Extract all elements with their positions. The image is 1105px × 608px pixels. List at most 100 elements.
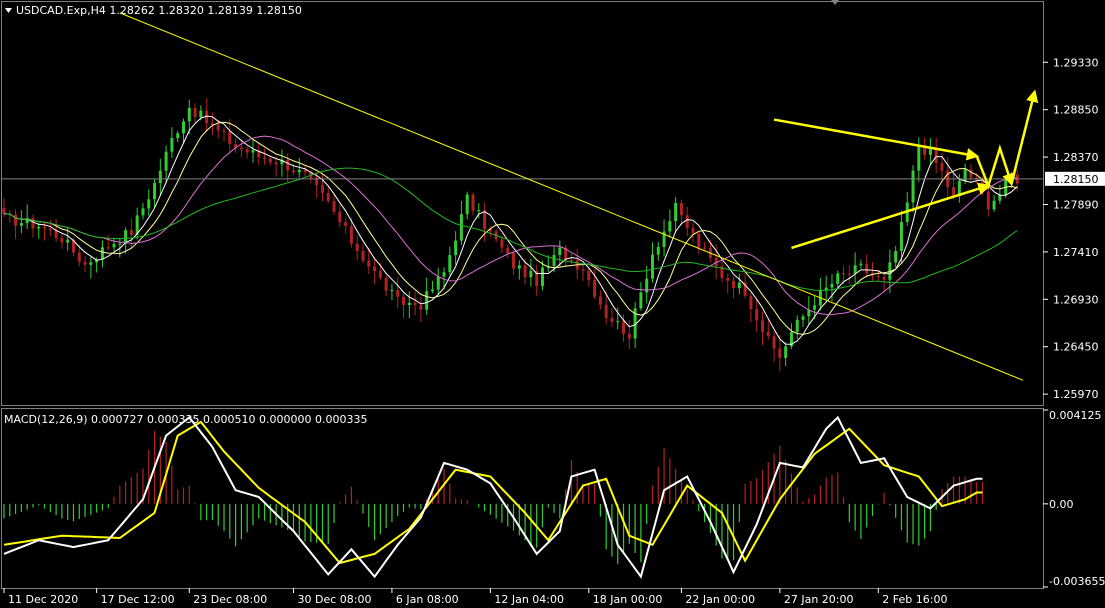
candle-body[interactable] xyxy=(483,210,487,230)
candle-body[interactable] xyxy=(934,149,938,163)
candle-body[interactable] xyxy=(627,333,631,339)
candle-body[interactable] xyxy=(402,296,406,306)
candle-body[interactable] xyxy=(847,273,851,275)
candle-body[interactable] xyxy=(129,230,133,235)
candle-body[interactable] xyxy=(569,259,573,261)
candle-body[interactable] xyxy=(83,261,87,265)
candle-body[interactable] xyxy=(737,282,741,289)
candle-body[interactable] xyxy=(836,273,840,284)
candle-body[interactable] xyxy=(616,321,620,323)
candle-body[interactable] xyxy=(43,226,47,229)
candle-body[interactable] xyxy=(251,150,255,153)
candle-body[interactable] xyxy=(14,214,18,226)
candle-body[interactable] xyxy=(292,170,295,173)
candle-body[interactable] xyxy=(697,233,701,248)
candle-body[interactable] xyxy=(367,260,371,267)
candle-body[interactable] xyxy=(853,265,857,274)
candle-body[interactable] xyxy=(593,280,597,297)
candle-body[interactable] xyxy=(865,263,869,273)
candle-body[interactable] xyxy=(604,304,608,318)
candle-body[interactable] xyxy=(598,296,602,305)
candle-body[interactable] xyxy=(384,277,388,291)
candle-body[interactable] xyxy=(326,192,330,202)
candle-body[interactable] xyxy=(552,254,556,266)
candle-body[interactable] xyxy=(952,187,956,197)
candle-body[interactable] xyxy=(320,185,324,193)
candle-body[interactable] xyxy=(894,250,898,263)
candle-body[interactable] xyxy=(89,262,93,265)
candle-body[interactable] xyxy=(355,243,359,252)
candle-body[interactable] xyxy=(940,162,944,171)
candle-body[interactable] xyxy=(749,295,753,309)
candle-body[interactable] xyxy=(859,263,863,266)
candle-body[interactable] xyxy=(801,316,805,320)
candle-body[interactable] xyxy=(465,194,469,215)
candle-body[interactable] xyxy=(772,336,776,349)
candle-body[interactable] xyxy=(610,317,614,323)
candle-body[interactable] xyxy=(523,265,527,278)
candle-body[interactable] xyxy=(245,149,249,153)
candle-body[interactable] xyxy=(239,147,243,150)
candle-body[interactable] xyxy=(726,277,730,281)
candle-body[interactable] xyxy=(158,170,162,184)
candle-body[interactable] xyxy=(2,207,6,214)
candle-body[interactable] xyxy=(477,210,481,212)
candle-body[interactable] xyxy=(153,183,157,200)
candle-body[interactable] xyxy=(112,243,116,248)
candle-body[interactable] xyxy=(419,305,423,310)
candle-body[interactable] xyxy=(303,169,307,173)
candle-body[interactable] xyxy=(286,159,290,171)
candle-body[interactable] xyxy=(732,280,736,289)
candle-body[interactable] xyxy=(986,191,990,210)
candle-body[interactable] xyxy=(917,145,921,171)
candle-body[interactable] xyxy=(37,226,41,229)
candle-body[interactable] xyxy=(679,203,683,216)
candle-body[interactable] xyxy=(442,272,446,277)
candle-body[interactable] xyxy=(338,211,342,223)
candle-body[interactable] xyxy=(454,240,458,256)
candle-body[interactable] xyxy=(66,239,70,243)
chart-canvas[interactable]: 1.29330 1.28850 1.28370 1.27890 1.27410 1.269… xyxy=(0,0,1105,608)
candle-body[interactable] xyxy=(60,238,64,243)
candle-body[interactable] xyxy=(876,275,880,278)
candle-body[interactable] xyxy=(170,138,174,152)
candle-body[interactable] xyxy=(373,266,377,272)
candle-body[interactable] xyxy=(656,247,660,255)
candle-body[interactable] xyxy=(795,319,799,333)
candle-body[interactable] xyxy=(349,226,353,244)
candle-body[interactable] xyxy=(512,253,516,269)
candle-body[interactable] xyxy=(911,170,915,203)
candle-body[interactable] xyxy=(691,227,695,234)
candle-body[interactable] xyxy=(842,273,846,275)
candle-body[interactable] xyxy=(674,203,678,222)
candle-body[interactable] xyxy=(19,223,23,226)
candle-body[interactable] xyxy=(703,247,707,249)
candle-body[interactable] xyxy=(118,243,122,245)
candle-body[interactable] xyxy=(430,289,434,292)
candle-body[interactable] xyxy=(755,308,759,321)
candle-body[interactable] xyxy=(581,269,585,271)
candle-body[interactable] xyxy=(899,221,903,251)
candle-body[interactable] xyxy=(268,158,272,163)
candle-body[interactable] xyxy=(685,215,689,228)
candle-body[interactable] xyxy=(639,292,643,309)
candle-body[interactable] xyxy=(378,271,382,278)
candle-body[interactable] xyxy=(558,247,562,255)
candle-body[interactable] xyxy=(31,218,35,229)
candle-body[interactable] xyxy=(471,194,475,211)
candle-body[interactable] xyxy=(500,239,504,248)
candle-body[interactable] xyxy=(436,276,440,290)
candle-body[interactable] xyxy=(222,130,226,132)
candle-body[interactable] xyxy=(517,265,521,269)
candle-body[interactable] xyxy=(813,305,817,310)
candle-body[interactable] xyxy=(766,331,770,337)
candle-body[interactable] xyxy=(396,290,400,297)
candle-body[interactable] xyxy=(459,214,463,241)
candle-body[interactable] xyxy=(263,157,267,159)
candle-body[interactable] xyxy=(297,169,301,173)
candle-body[interactable] xyxy=(181,121,185,134)
candle-body[interactable] xyxy=(147,199,151,209)
candle-body[interactable] xyxy=(176,133,180,139)
candle-body[interactable] xyxy=(529,270,533,278)
candle-body[interactable] xyxy=(784,346,788,358)
